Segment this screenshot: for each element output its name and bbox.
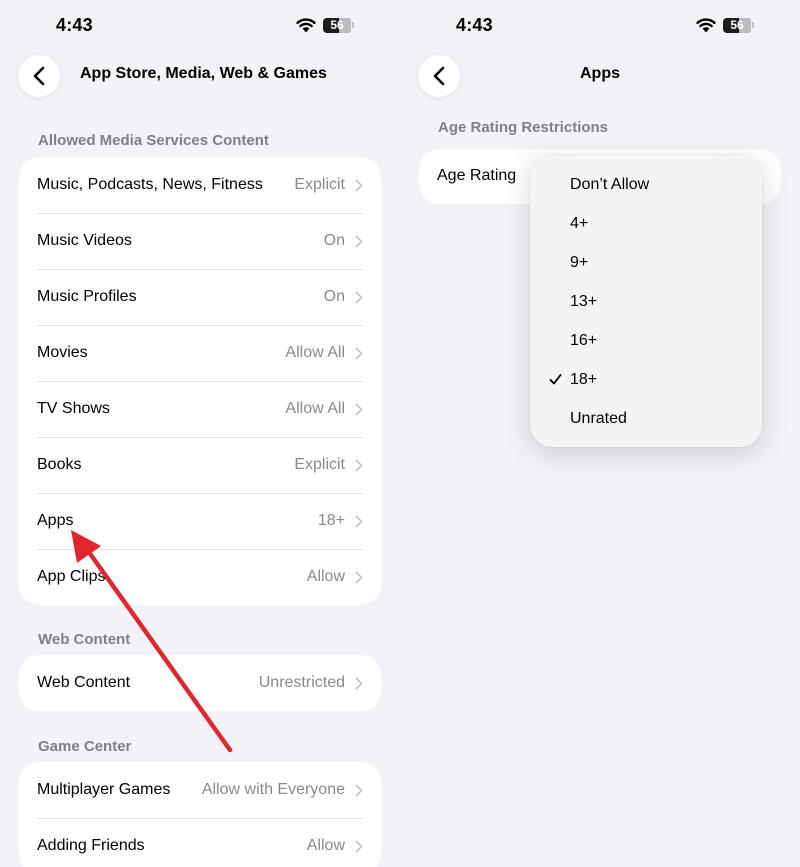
menu-item-4-plus[interactable]: 4+: [530, 204, 762, 243]
chevron-right-icon: [355, 291, 363, 303]
row-value: Allow All: [285, 400, 345, 417]
menu-item-label: Don’t Allow: [570, 175, 650, 193]
wifi-icon: [696, 18, 716, 33]
row-label: Movies: [37, 344, 88, 361]
row-value: Allow: [306, 837, 345, 854]
row-label: Music Profiles: [37, 288, 137, 305]
section-header-age-rating: Age Rating Restrictions: [438, 119, 609, 136]
row-tv-shows[interactable]: TV Shows Allow All: [19, 381, 381, 437]
row-music-profiles[interactable]: Music Profiles On: [19, 269, 381, 325]
menu-item-label: 16+: [570, 331, 598, 349]
row-label: Music, Podcasts, News, Fitness: [37, 176, 263, 193]
row-label: Books: [37, 456, 82, 473]
menu-item-label: Unrated: [570, 409, 627, 427]
row-adding-friends[interactable]: Adding Friends Allow: [19, 818, 381, 867]
chevron-right-icon: [355, 179, 363, 191]
menu-item-13-plus[interactable]: 13+: [530, 282, 762, 321]
chevron-right-icon: [355, 515, 363, 527]
back-button[interactable]: [18, 55, 60, 97]
chevron-right-icon: [355, 403, 363, 415]
row-value: Allow All: [285, 344, 345, 361]
battery-level: 56: [730, 17, 744, 32]
menu-item-18-plus[interactable]: 18+: [530, 360, 762, 399]
row-movies[interactable]: Movies Allow All: [19, 325, 381, 381]
section-header-game-center: Game Center: [38, 738, 132, 755]
row-app-clips[interactable]: App Clips Allow: [19, 549, 381, 605]
menu-item-dont-allow[interactable]: Don’t Allow: [530, 165, 762, 204]
page-title: Apps: [580, 65, 620, 82]
web-content-group: Web Content Unrestricted: [19, 655, 381, 711]
menu-item-label: 9+: [570, 253, 589, 271]
battery-level: 56: [330, 17, 344, 32]
chevron-right-icon: [355, 784, 363, 796]
battery-icon: 56: [323, 17, 351, 33]
media-services-group: Music, Podcasts, News, Fitness Explicit …: [19, 157, 381, 605]
row-label: Apps: [37, 512, 74, 529]
age-rating-menu: Don’t Allow 4+ 9+ 13+ 16+ 18+ Unrated: [530, 155, 762, 447]
row-music-podcasts[interactable]: Music, Podcasts, News, Fitness Explicit: [19, 157, 381, 213]
row-value: 18+: [317, 512, 345, 529]
row-apps[interactable]: Apps 18+: [19, 493, 381, 549]
row-label: Web Content: [37, 674, 131, 691]
row-value: Explicit: [294, 456, 345, 473]
row-value: On: [323, 232, 345, 249]
game-center-group: Multiplayer Games Allow with Everyone Ad…: [19, 762, 381, 867]
row-value: On: [323, 288, 345, 305]
chevron-left-icon: [33, 66, 45, 86]
row-value: Allow: [306, 568, 345, 585]
chevron-right-icon: [355, 235, 363, 247]
row-value: Unrestricted: [258, 674, 345, 691]
row-label: Adding Friends: [37, 837, 145, 854]
row-value: Allow with Everyone: [201, 781, 345, 798]
row-label: Music Videos: [37, 232, 132, 249]
menu-item-unrated[interactable]: Unrated: [530, 399, 762, 438]
menu-item-label: 13+: [570, 292, 598, 310]
row-web-content[interactable]: Web Content Unrestricted: [19, 655, 381, 711]
menu-item-16-plus[interactable]: 16+: [530, 321, 762, 360]
battery-icon: 56: [723, 17, 751, 33]
status-icons: 56: [296, 17, 354, 33]
section-header-media-services: Allowed Media Services Content: [38, 132, 269, 149]
chevron-right-icon: [355, 347, 363, 359]
wifi-icon: [296, 18, 316, 33]
row-label: TV Shows: [37, 400, 110, 417]
chevron-right-icon: [355, 571, 363, 583]
section-header-web-content: Web Content: [38, 631, 131, 648]
checkmark-icon: [549, 374, 562, 385]
row-multiplayer-games[interactable]: Multiplayer Games Allow with Everyone: [19, 762, 381, 818]
chevron-right-icon: [355, 840, 363, 852]
status-time: 4:43: [456, 15, 493, 35]
menu-item-label: 18+: [570, 370, 598, 388]
apps-settings-screen: 4:43 56 Apps Age Rating Restrictions Age…: [400, 0, 800, 867]
chevron-right-icon: [355, 677, 363, 689]
row-books[interactable]: Books Explicit: [19, 437, 381, 493]
page-title: App Store, Media, Web & Games: [80, 65, 327, 82]
row-label: App Clips: [37, 568, 106, 585]
row-music-videos[interactable]: Music Videos On: [19, 213, 381, 269]
chevron-right-icon: [355, 459, 363, 471]
menu-item-label: 4+: [570, 214, 589, 232]
row-value: Explicit: [294, 176, 345, 193]
row-label: Multiplayer Games: [37, 781, 171, 798]
age-rating-label: Age Rating: [437, 167, 517, 184]
menu-item-9-plus[interactable]: 9+: [530, 243, 762, 282]
media-settings-screen: 4:43 56 App Store, Media, Web & Games Al…: [0, 0, 400, 867]
status-icons: 56: [696, 17, 754, 33]
status-time: 4:43: [56, 15, 93, 35]
